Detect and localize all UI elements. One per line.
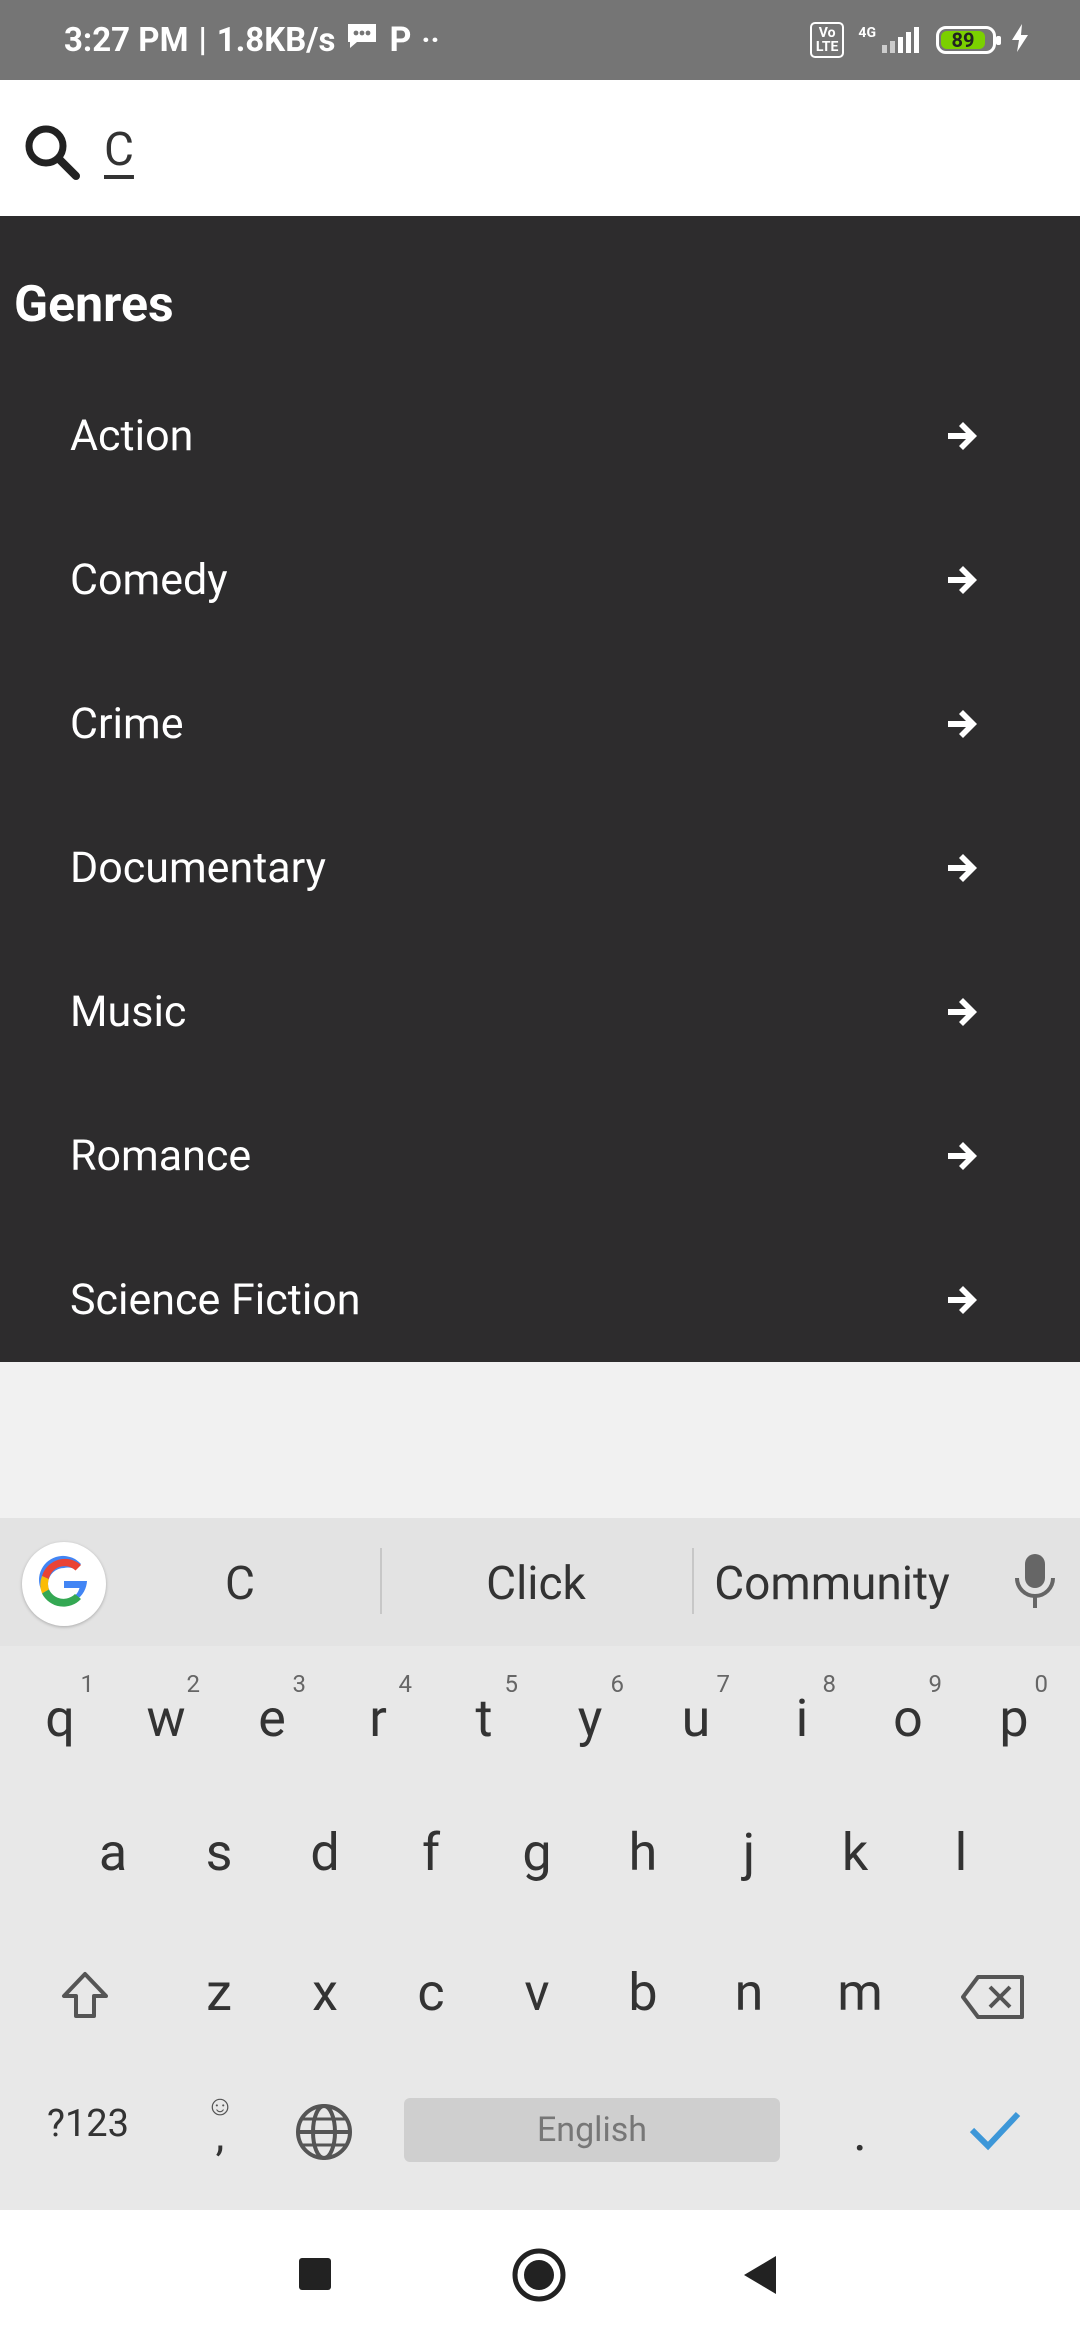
genre-item-romance[interactable]: Romance (0, 1084, 1080, 1228)
status-time: 3:27 PM (64, 20, 189, 60)
shift-icon[interactable] (60, 1970, 110, 2022)
network-type: 4G (858, 25, 876, 41)
search-bar: C (0, 80, 1080, 216)
arrow-right-icon (948, 566, 977, 594)
suggestion-3[interactable]: Community (700, 1518, 964, 1646)
key-p[interactable]: p0 (992, 1670, 1048, 1749)
genre-label: Crime (70, 699, 184, 749)
charging-icon (1010, 23, 1030, 57)
key-r[interactable]: r4 (356, 1670, 412, 1749)
suggestion-divider (380, 1548, 382, 1614)
key-v[interactable]: v (512, 1962, 562, 2023)
battery-level: 89 (941, 30, 985, 50)
symbols-key[interactable]: ?123 (38, 2102, 138, 2146)
key-m[interactable]: m (830, 1962, 890, 2023)
arrow-right-icon (948, 854, 977, 882)
key-i[interactable]: i8 (780, 1670, 836, 1749)
suggestion-1[interactable]: C (140, 1518, 340, 1646)
recents-icon[interactable] (298, 2257, 332, 2291)
search-input[interactable]: C (104, 110, 1004, 190)
genre-label: Romance (70, 1131, 252, 1181)
genre-label: Science Fiction (70, 1275, 361, 1325)
arrow-right-icon (948, 710, 977, 738)
microphone-icon[interactable] (1010, 1550, 1060, 1614)
key-d[interactable]: d (300, 1822, 350, 1883)
genre-label: Documentary (70, 843, 326, 893)
key-s[interactable]: s (194, 1822, 244, 1883)
suggestion-strip: C Click Community (0, 1518, 1080, 1646)
globe-icon[interactable] (294, 2102, 354, 2162)
key-f[interactable]: f (406, 1822, 456, 1883)
space-bar[interactable]: English (404, 2098, 780, 2162)
genre-item-comedy[interactable]: Comedy (0, 508, 1080, 652)
home-icon[interactable] (512, 2248, 566, 2302)
back-icon[interactable] (742, 2254, 778, 2296)
genre-item-action[interactable]: Action (0, 364, 1080, 508)
genre-label: Music (70, 987, 187, 1037)
message-icon (345, 21, 379, 60)
keyboard: C Click Community q1 w2 e3 r4 t5 y6 u7 i… (0, 1518, 1080, 2210)
arrow-right-icon (948, 998, 977, 1026)
key-c[interactable]: c (406, 1962, 456, 2023)
emoji-comma-key[interactable]: ☺ , (200, 2092, 240, 2161)
key-y[interactable]: y6 (568, 1670, 624, 1749)
genres-panel: Genres Action Comedy Crime Documentary M… (0, 216, 1080, 1362)
p-app-icon: P (389, 20, 412, 60)
status-separator: | (198, 20, 207, 60)
key-w[interactable]: w2 (144, 1670, 200, 1749)
key-e[interactable]: e3 (250, 1670, 306, 1749)
key-l[interactable]: l (936, 1822, 986, 1883)
google-icon[interactable] (22, 1542, 106, 1626)
battery-icon: 89 (936, 26, 1001, 54)
key-a[interactable]: a (88, 1822, 138, 1883)
status-left: 3:27 PM | 1.8KB/s P ·· (64, 0, 440, 80)
status-bar: 3:27 PM | 1.8KB/s P ·· Vo LTE 4G 89 (0, 0, 1080, 80)
key-t[interactable]: t5 (462, 1670, 518, 1749)
key-q[interactable]: q1 (38, 1670, 94, 1749)
genre-item-documentary[interactable]: Documentary (0, 796, 1080, 940)
search-icon[interactable] (22, 122, 82, 182)
key-j[interactable]: j (724, 1822, 774, 1883)
key-x[interactable]: x (300, 1962, 350, 2023)
genre-label: Action (70, 411, 194, 461)
empty-area (0, 1362, 1080, 1518)
volte-icon: Vo LTE (809, 22, 845, 58)
navigation-bar (0, 2210, 1080, 2340)
status-speed: 1.8KB/s (216, 20, 336, 60)
backspace-icon[interactable] (960, 1974, 1026, 2020)
genre-item-science-fiction[interactable]: Science Fiction (0, 1228, 1080, 1372)
key-u[interactable]: u7 (674, 1670, 730, 1749)
arrow-right-icon (948, 1142, 977, 1170)
arrow-right-icon (948, 1286, 977, 1314)
genre-label: Comedy (70, 555, 228, 605)
genres-title: Genres (14, 276, 174, 334)
arrow-right-icon (948, 422, 977, 450)
key-n[interactable]: n (724, 1962, 774, 2023)
status-right: Vo LTE 4G 89 (809, 0, 1030, 80)
check-icon[interactable] (968, 2108, 1022, 2152)
suggestion-2[interactable]: Click (400, 1518, 672, 1646)
key-g[interactable]: g (512, 1822, 562, 1883)
key-o[interactable]: o9 (886, 1670, 942, 1749)
key-h[interactable]: h (618, 1822, 668, 1883)
key-k[interactable]: k (830, 1822, 880, 1883)
key-z[interactable]: z (194, 1962, 244, 2023)
genre-item-crime[interactable]: Crime (0, 652, 1080, 796)
more-dots: ·· (421, 22, 440, 58)
suggestion-divider (692, 1548, 694, 1614)
signal-icon: 4G (858, 25, 922, 55)
genre-item-music[interactable]: Music (0, 940, 1080, 1084)
comma-label: , (215, 2109, 225, 2161)
period-key[interactable]: . (840, 2102, 880, 2163)
key-b[interactable]: b (618, 1962, 668, 2023)
